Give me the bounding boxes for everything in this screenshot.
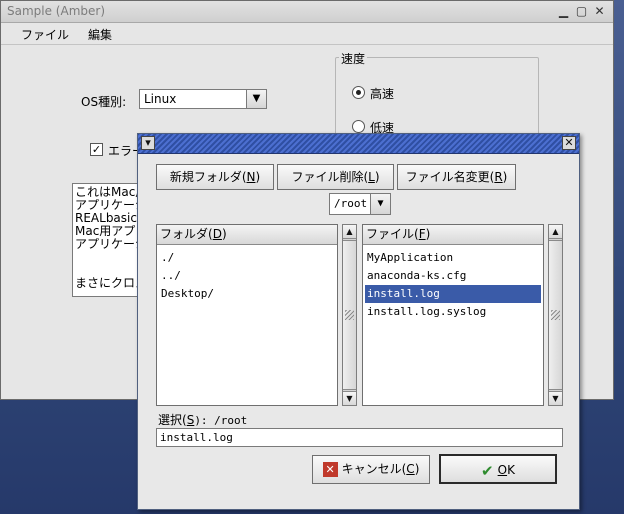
delete-file-button[interactable]: ファイル削除(L) [277, 164, 394, 190]
selection-input[interactable]: install.log [156, 428, 563, 447]
cancel-button[interactable]: ✕ キャンセル(C) [312, 455, 430, 484]
file-list-header[interactable]: ファイル(F) [363, 225, 543, 245]
file-header-label: ファイル( [366, 227, 419, 241]
os-type-select[interactable]: Linux ▼ [139, 89, 267, 109]
paren: ) [221, 227, 227, 241]
folder-item[interactable]: Desktop/ [159, 285, 335, 303]
paren: ) [414, 462, 420, 476]
checkmark-icon: ✔ [481, 461, 494, 480]
new-folder-label: 新規フォルダ( [169, 170, 247, 184]
ok-label: K [507, 463, 515, 477]
folder-item[interactable]: ../ [159, 267, 335, 285]
scroll-up-icon[interactable]: ▲ [549, 225, 562, 239]
paren: ) [255, 170, 261, 184]
grip-icon [551, 310, 560, 320]
menu-file[interactable]: ファイル [21, 26, 69, 43]
os-type-label: OS種別: [81, 95, 127, 109]
file-item-selected[interactable]: install.log [365, 285, 541, 303]
main-titlebar[interactable]: Sample (Amber) ▁ ▢ ✕ [1, 1, 613, 23]
rename-file-label: ファイル名変更( [405, 170, 495, 184]
file-item[interactable]: anaconda-ks.cfg [365, 267, 541, 285]
os-type-value: Linux [144, 92, 177, 106]
path-value: /root [334, 197, 368, 210]
radio-fast[interactable] [352, 86, 365, 99]
file-header-key: F [418, 227, 426, 241]
close-icon[interactable]: ✕ [592, 4, 607, 19]
folder-item[interactable]: ./ [159, 249, 335, 267]
file-scroll-thumb[interactable] [549, 240, 562, 390]
rename-file-button[interactable]: ファイル名変更(R) [397, 164, 516, 190]
folder-list[interactable]: フォルダ(D) ./ ../ Desktop/ [156, 224, 338, 406]
paren: ) [425, 227, 431, 241]
delete-file-label: ファイル削除( [291, 170, 369, 184]
main-window-title: Sample (Amber) [7, 4, 106, 18]
delete-file-key: L [368, 170, 375, 184]
paren: ) [502, 170, 508, 184]
scroll-down-icon[interactable]: ▼ [549, 391, 562, 405]
folder-header-key: D [212, 227, 222, 241]
scroll-down-icon[interactable]: ▼ [343, 391, 356, 405]
ok-key: O [497, 463, 508, 477]
chevron-down-icon[interactable]: ▼ [246, 90, 266, 108]
radio-fast-label: 高速 [370, 87, 395, 101]
file-scrollbar[interactable]: ▲ ▼ [548, 224, 563, 406]
speed-group-title: 速度 [339, 50, 368, 67]
ok-button[interactable]: ✔ OK [439, 454, 557, 484]
path-select[interactable]: /root ▼ [329, 193, 391, 215]
new-folder-button[interactable]: 新規フォルダ(N) [156, 164, 274, 190]
file-item[interactable]: install.log.syslog [365, 303, 541, 321]
selection-label: 選択(S): /root [158, 411, 247, 428]
grip-icon [345, 310, 354, 320]
chevron-down-icon[interactable]: ▼ [370, 194, 390, 214]
folder-list-header[interactable]: フォルダ(D) [157, 225, 337, 245]
dialog-titlebar[interactable]: ▾ ✕ [138, 134, 579, 154]
cancel-icon: ✕ [322, 462, 338, 477]
minimize-icon[interactable]: ▁ [556, 4, 571, 19]
dialog-close-icon[interactable]: ✕ [562, 136, 576, 150]
radio-slow[interactable] [352, 120, 365, 133]
paren: ) [374, 170, 380, 184]
cancel-label: キャンセル( [341, 462, 407, 476]
file-item[interactable]: MyApplication [365, 249, 541, 267]
menubar: ファイル 編集 [1, 23, 613, 45]
folder-scroll-thumb[interactable] [343, 240, 356, 390]
rename-file-key: R [494, 170, 503, 184]
maximize-icon[interactable]: ▢ [574, 4, 589, 19]
selection-label-text: 選択( [158, 413, 187, 427]
cancel-key: C [406, 462, 415, 476]
selection-label-path: ): /root [194, 414, 248, 427]
menu-edit[interactable]: 編集 [88, 26, 112, 43]
folder-header-label: フォルダ( [160, 227, 213, 241]
scroll-up-icon[interactable]: ▲ [343, 225, 356, 239]
file-list[interactable]: ファイル(F) MyApplication anaconda-ks.cfg in… [362, 224, 544, 406]
error-checkbox[interactable]: ✓ [90, 143, 103, 156]
selection-input-value: install.log [160, 431, 233, 444]
window-menu-icon[interactable]: ▾ [141, 136, 155, 150]
folder-scrollbar[interactable]: ▲ ▼ [342, 224, 357, 406]
file-dialog: ▾ ✕ 新規フォルダ(N) ファイル削除(L) ファイル名変更(R) /root… [137, 133, 580, 510]
